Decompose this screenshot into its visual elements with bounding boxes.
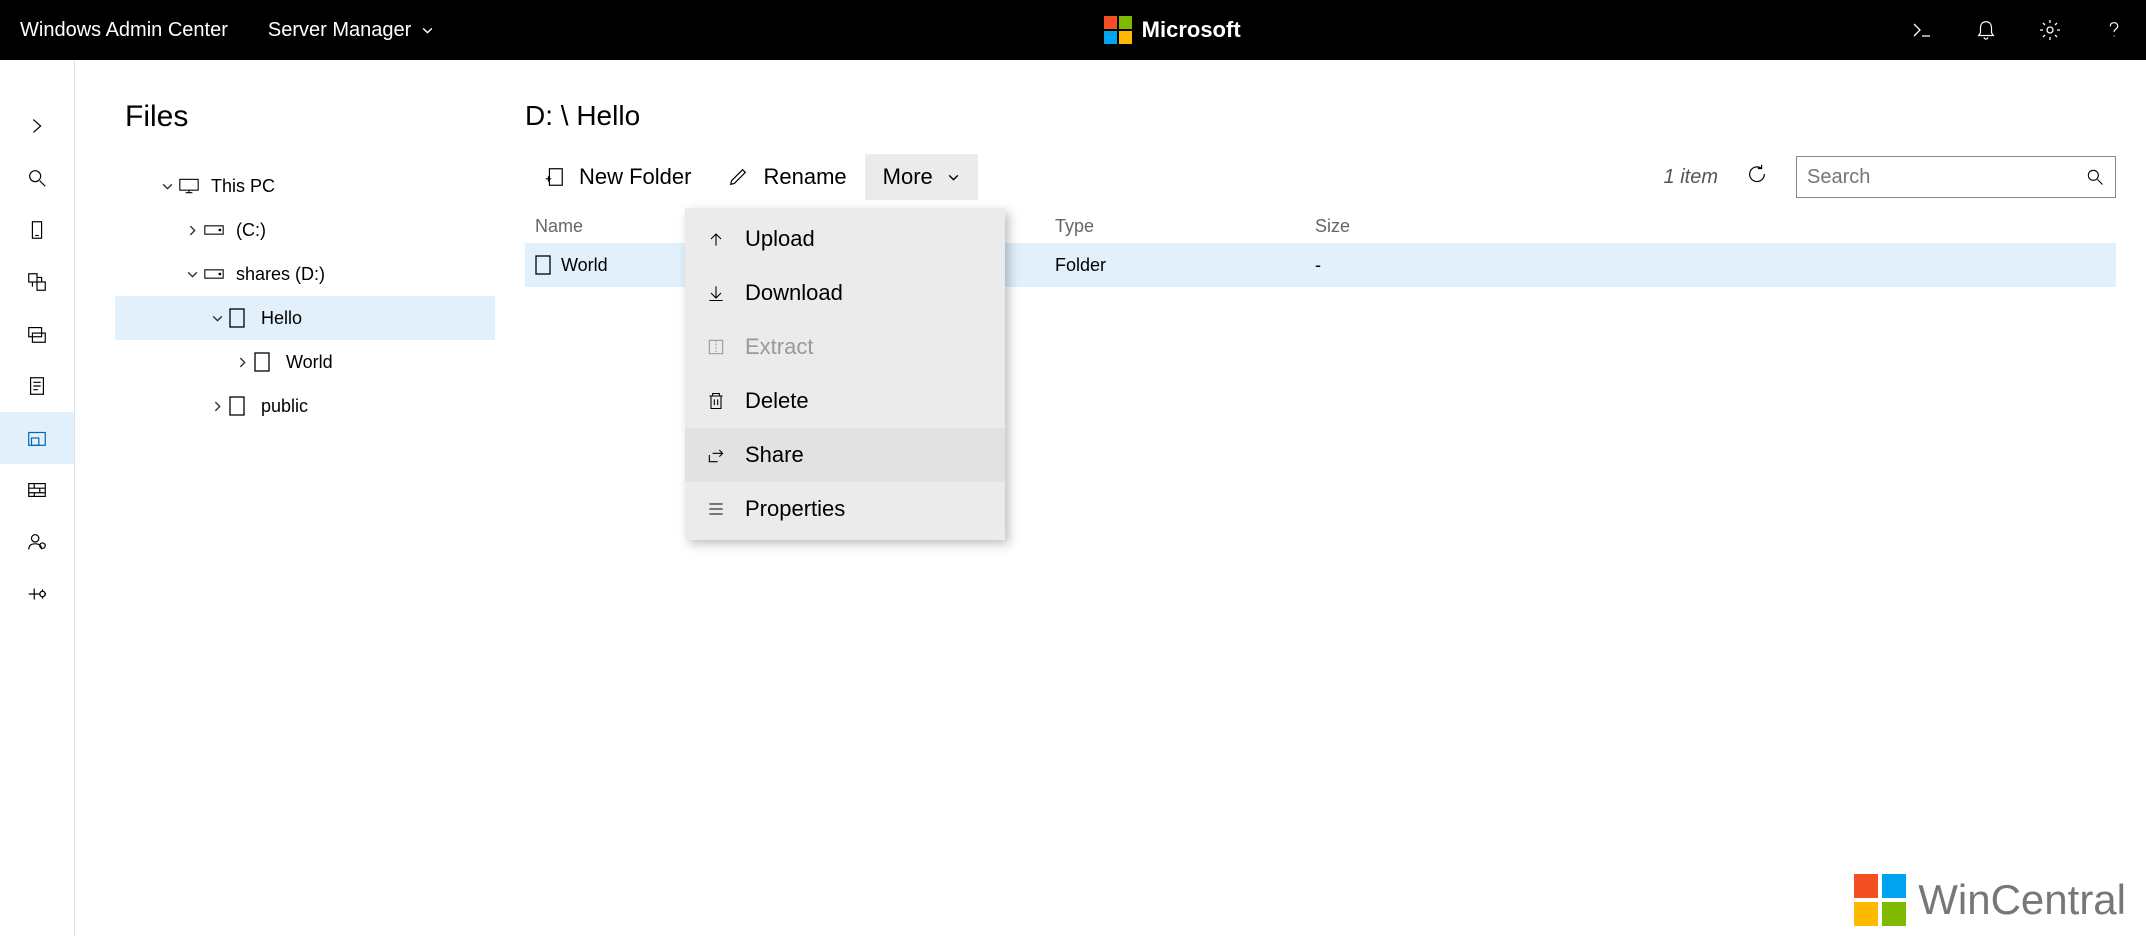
new-folder-icon bbox=[543, 166, 565, 188]
tree-label: public bbox=[255, 396, 308, 417]
server-manager-dropdown[interactable]: Server Manager bbox=[268, 19, 434, 42]
chevron-down-icon bbox=[421, 24, 434, 37]
folder-icon bbox=[229, 396, 255, 416]
rename-label: Rename bbox=[763, 164, 846, 190]
tree-label: (C:) bbox=[230, 220, 266, 241]
rename-button[interactable]: Rename bbox=[709, 154, 864, 200]
menu-extract: Extract bbox=[685, 320, 1005, 374]
microsoft-logo-icon bbox=[1104, 16, 1132, 44]
refresh-button[interactable] bbox=[1738, 155, 1776, 199]
tree-label: World bbox=[280, 352, 333, 373]
file-name: World bbox=[561, 255, 608, 276]
file-type: Folder bbox=[1055, 255, 1315, 276]
wincentral-logo-icon bbox=[1854, 874, 1906, 926]
col-size[interactable]: Size bbox=[1315, 216, 2106, 237]
rail-search[interactable] bbox=[0, 152, 74, 204]
sidebar-title: Files bbox=[115, 100, 495, 134]
file-size: - bbox=[1315, 255, 2106, 276]
settings-icon[interactable] bbox=[2038, 18, 2062, 42]
search-input[interactable] bbox=[1807, 166, 2085, 189]
tree-item-sharesd[interactable]: shares (D:) bbox=[115, 252, 495, 296]
tree-item-public[interactable]: public bbox=[115, 384, 495, 428]
delete-icon bbox=[705, 391, 727, 411]
menu-share[interactable]: Share bbox=[685, 428, 1005, 482]
drive-icon bbox=[204, 224, 230, 236]
chevron-icon[interactable] bbox=[180, 268, 204, 281]
chevron-icon[interactable] bbox=[205, 400, 229, 413]
rail-replication[interactable] bbox=[0, 256, 74, 308]
tree-item-hello[interactable]: Hello bbox=[115, 296, 495, 340]
tree-label: Hello bbox=[255, 308, 302, 329]
more-menu: Upload Download Extract Delete Share Properti… bbox=[685, 208, 1005, 540]
refresh-icon bbox=[1746, 163, 1768, 185]
chevron-icon[interactable] bbox=[230, 356, 254, 369]
notifications-icon[interactable] bbox=[1974, 18, 1998, 42]
new-folder-label: New Folder bbox=[579, 164, 691, 190]
brand-text: Microsoft bbox=[1142, 17, 1241, 43]
help-icon[interactable] bbox=[2102, 18, 2126, 42]
new-folder-button[interactable]: New Folder bbox=[525, 154, 709, 200]
console-icon[interactable] bbox=[1910, 18, 1934, 42]
drive-icon bbox=[204, 268, 230, 280]
server-manager-label: Server Manager bbox=[268, 19, 411, 42]
col-type[interactable]: Type bbox=[1055, 216, 1315, 237]
menu-upload[interactable]: Upload bbox=[685, 212, 1005, 266]
menu-label: Download bbox=[745, 280, 843, 306]
tree-label: This PC bbox=[205, 176, 275, 197]
tree-item-thispc[interactable]: This PC bbox=[115, 164, 495, 208]
folder-tree: This PC (C:) shares (D:) Hello World public bbox=[115, 164, 495, 428]
menu-delete[interactable]: Delete bbox=[685, 374, 1005, 428]
nav-rail bbox=[0, 60, 75, 936]
chevron-icon[interactable] bbox=[180, 224, 204, 237]
menu-properties[interactable]: Properties bbox=[685, 482, 1005, 536]
rail-files[interactable] bbox=[0, 412, 74, 464]
item-count: 1 item bbox=[1664, 166, 1718, 189]
menu-label: Extract bbox=[745, 334, 813, 360]
content-pane: D: \ Hello New Folder Rename More 1 item bbox=[495, 60, 2146, 936]
chevron-down-icon bbox=[947, 171, 960, 184]
rail-services[interactable] bbox=[0, 568, 74, 620]
extract-icon bbox=[705, 337, 727, 357]
menu-label: Delete bbox=[745, 388, 809, 414]
pencil-icon bbox=[727, 166, 749, 188]
pc-icon bbox=[179, 178, 205, 194]
sidebar: Files This PC (C:) shares (D:) Hello World pu… bbox=[75, 60, 495, 936]
folder-icon bbox=[535, 255, 551, 275]
tree-label: shares (D:) bbox=[230, 264, 325, 285]
menu-download[interactable]: Download bbox=[685, 266, 1005, 320]
share-icon bbox=[705, 445, 727, 465]
rail-expand[interactable] bbox=[0, 100, 74, 152]
search-icon bbox=[2085, 167, 2105, 187]
more-button[interactable]: More bbox=[865, 154, 978, 200]
menu-label: Upload bbox=[745, 226, 815, 252]
tree-item-world[interactable]: World bbox=[115, 340, 495, 384]
toolbar: New Folder Rename More 1 item bbox=[525, 154, 2116, 200]
tree-item-c[interactable]: (C:) bbox=[115, 208, 495, 252]
menu-label: Share bbox=[745, 442, 804, 468]
brand: Microsoft bbox=[434, 16, 1910, 44]
app-title: Windows Admin Center bbox=[20, 19, 228, 42]
properties-icon bbox=[705, 499, 727, 519]
chevron-icon[interactable] bbox=[155, 180, 179, 193]
rail-document[interactable] bbox=[0, 360, 74, 412]
chevron-icon[interactable] bbox=[205, 312, 229, 325]
watermark: WinCentral bbox=[1854, 874, 2126, 926]
upload-icon bbox=[705, 229, 727, 249]
rail-server[interactable] bbox=[0, 204, 74, 256]
rail-users[interactable] bbox=[0, 516, 74, 568]
more-label: More bbox=[883, 164, 933, 190]
folder-icon bbox=[254, 352, 280, 372]
top-bar: Windows Admin Center Server Manager Micr… bbox=[0, 0, 2146, 60]
rail-firewall[interactable] bbox=[0, 464, 74, 516]
search-box[interactable] bbox=[1796, 156, 2116, 198]
rail-storage[interactable] bbox=[0, 308, 74, 360]
folder-icon bbox=[229, 308, 255, 328]
breadcrumb: D: \ Hello bbox=[525, 100, 2116, 132]
menu-label: Properties bbox=[745, 496, 845, 522]
download-icon bbox=[705, 283, 727, 303]
